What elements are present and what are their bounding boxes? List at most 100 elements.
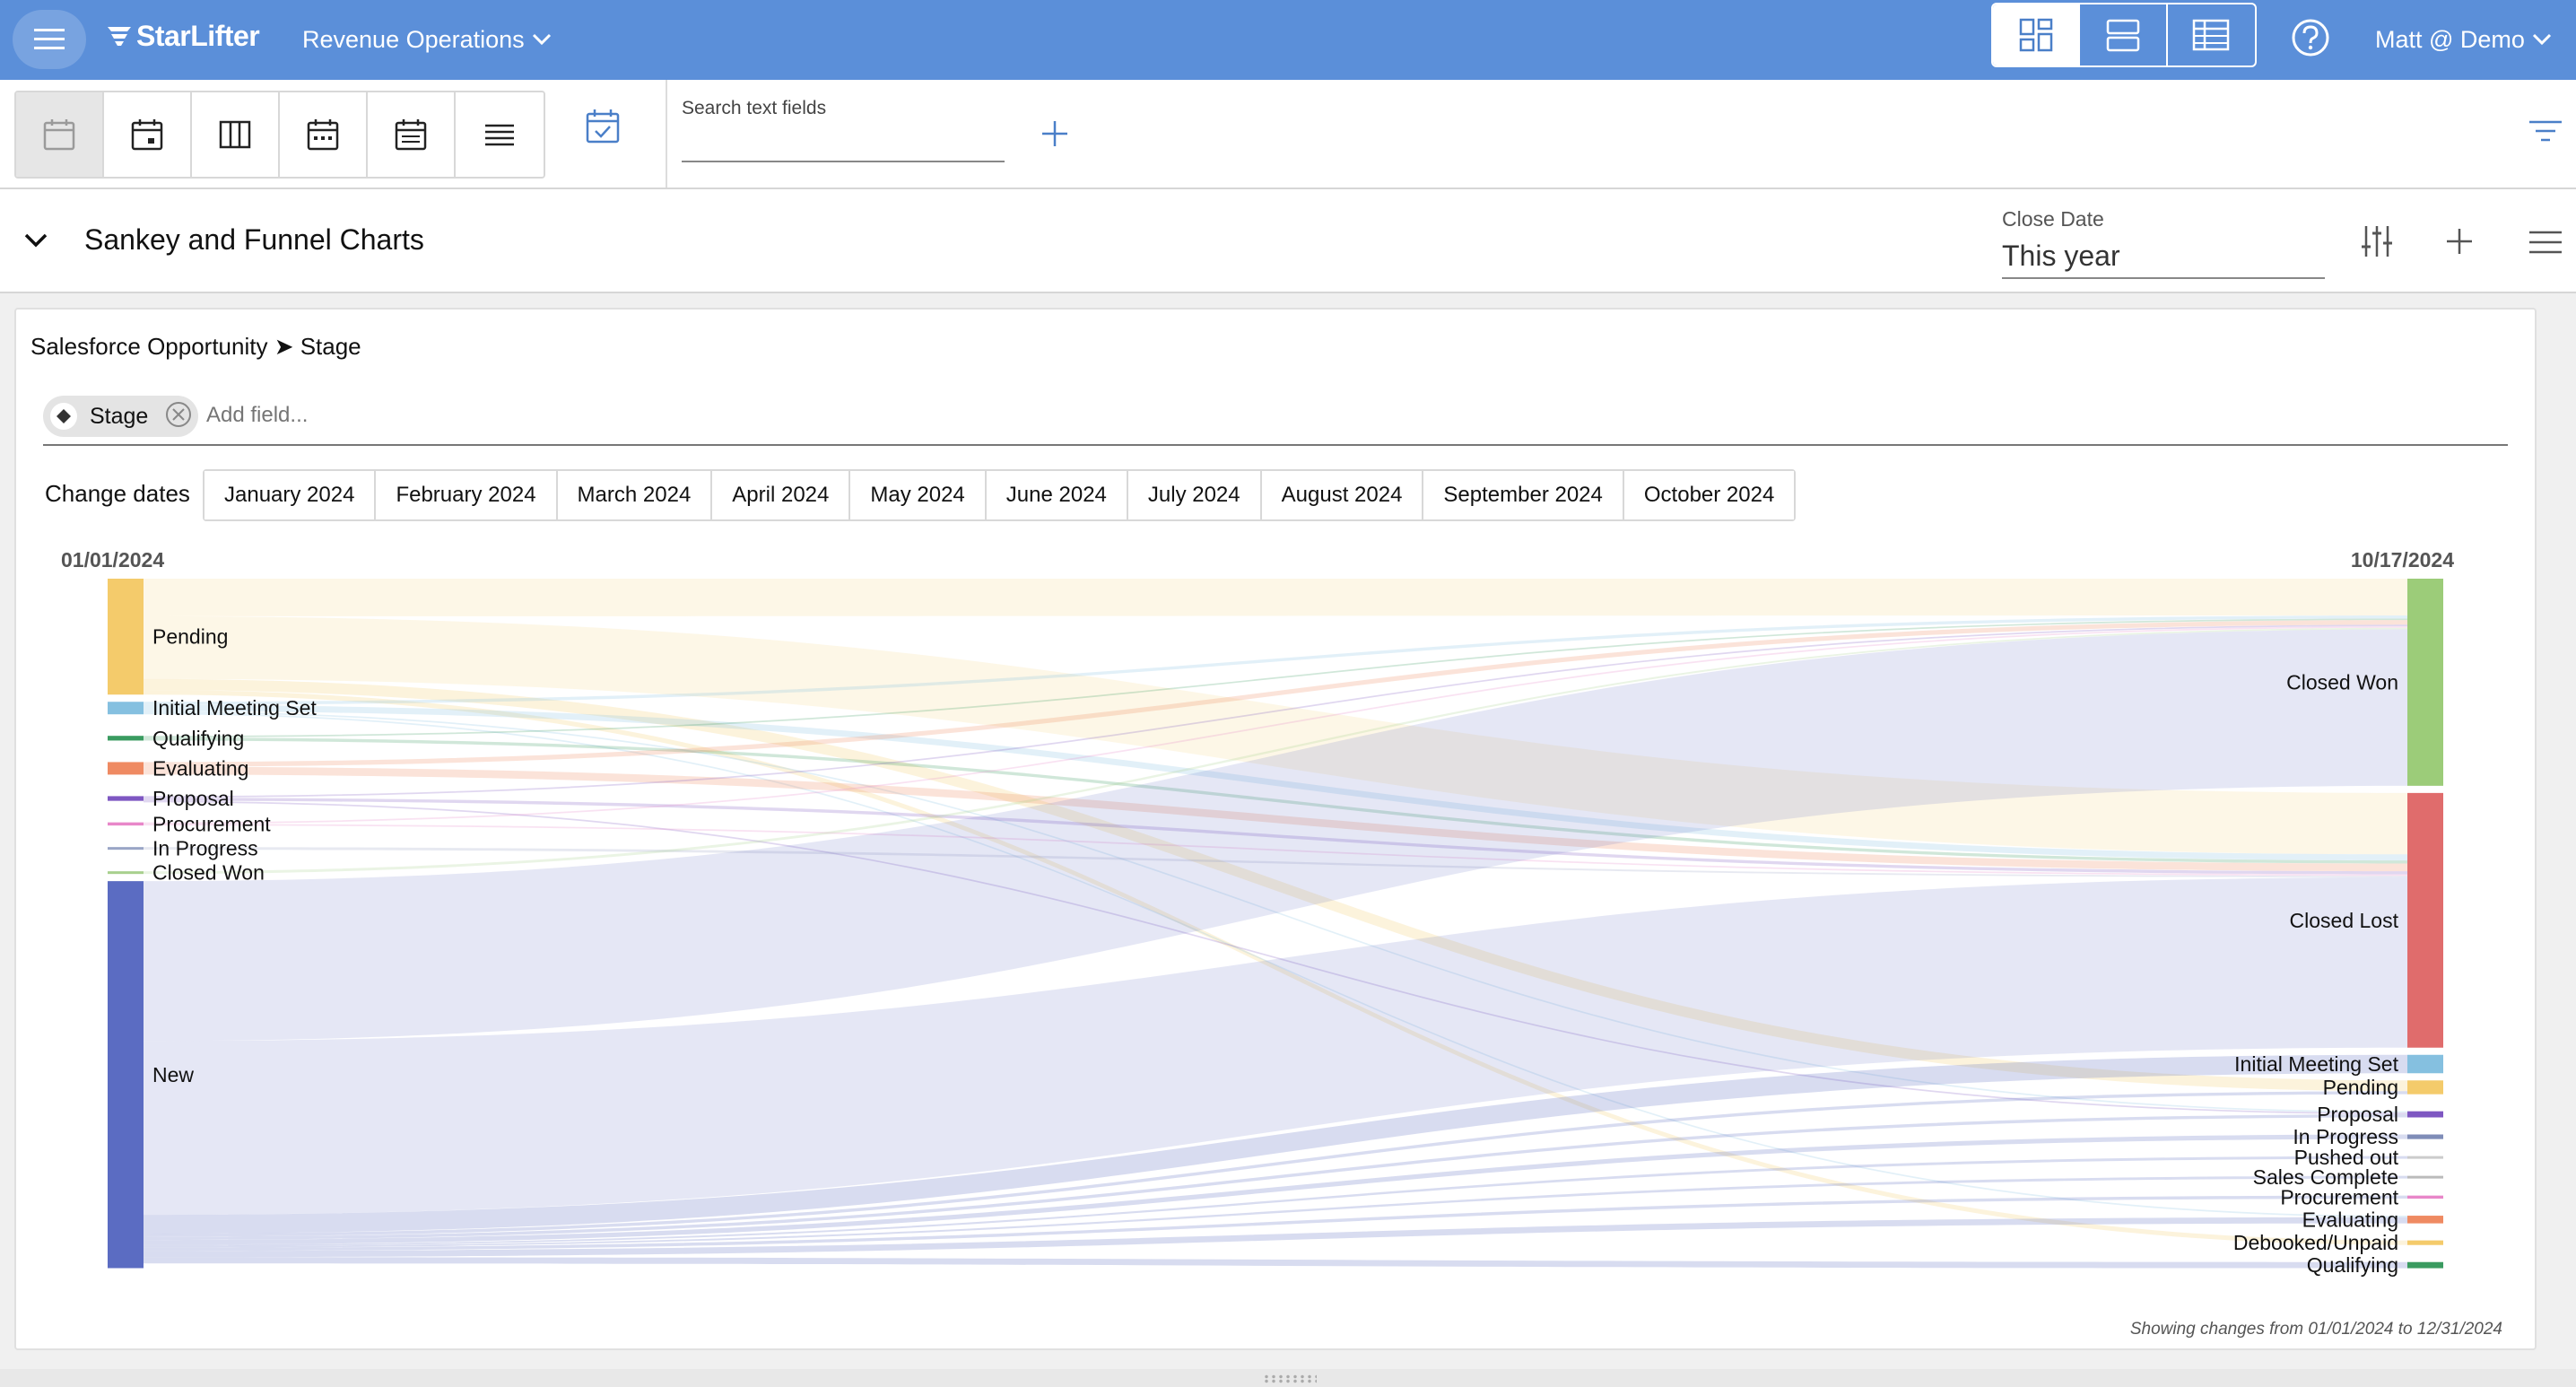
chevron-down-icon xyxy=(532,33,551,46)
chart-footnote: Showing changes from 01/01/2024 to 12/31… xyxy=(2129,1320,2502,1339)
add-search-button[interactable] xyxy=(1039,118,1071,154)
target-node[interactable] xyxy=(2407,1216,2443,1224)
plus-icon xyxy=(1042,121,1067,146)
target-node-label: Closed Won xyxy=(2286,670,2398,694)
target-node[interactable] xyxy=(2407,1134,2443,1139)
calendar-list-button[interactable] xyxy=(368,92,456,177)
close-date-value: This year xyxy=(2002,240,2120,272)
chevron-down-icon xyxy=(2532,33,2552,46)
workspace-selector[interactable]: Revenue Operations xyxy=(302,20,552,59)
filter-lines-icon xyxy=(2529,120,2562,142)
target-node-label: Pending xyxy=(2323,1076,2398,1099)
section-title: Sankey and Funnel Charts xyxy=(84,223,424,256)
source-node-label: Evaluating xyxy=(152,756,248,780)
calendar-week-button[interactable] xyxy=(280,92,368,177)
source-node[interactable] xyxy=(108,796,144,801)
sankey-link[interactable] xyxy=(144,579,2407,616)
toolbar-divider xyxy=(666,80,667,188)
target-node[interactable] xyxy=(2407,1175,2443,1179)
calendar-columns-icon xyxy=(219,120,251,149)
target-node[interactable] xyxy=(2407,1080,2443,1095)
hamburger-icon xyxy=(34,29,65,49)
user-menu[interactable]: Matt @ Demo xyxy=(2375,20,2552,59)
target-node[interactable] xyxy=(2407,1054,2443,1074)
source-node[interactable] xyxy=(108,736,144,741)
collapse-section-button[interactable] xyxy=(23,231,48,253)
source-node[interactable] xyxy=(108,702,144,715)
source-node[interactable] xyxy=(108,762,144,775)
user-name: Matt @ Demo xyxy=(2375,25,2525,53)
app-logo[interactable]: StarLifter xyxy=(106,16,260,56)
source-node[interactable] xyxy=(108,847,144,851)
lines-button[interactable] xyxy=(456,92,544,177)
target-node[interactable] xyxy=(2407,579,2443,786)
target-node[interactable] xyxy=(2407,1261,2443,1269)
start-date-label: 01/01/2024 xyxy=(61,548,164,571)
help-button[interactable] xyxy=(2291,18,2330,62)
calendar-columns-button[interactable] xyxy=(192,92,280,177)
source-node[interactable] xyxy=(108,579,144,695)
logo-text: StarLifter xyxy=(136,19,260,52)
tune-button[interactable] xyxy=(2359,223,2395,264)
target-node-label: Closed Lost xyxy=(2290,909,2399,932)
target-node[interactable] xyxy=(2407,1240,2443,1245)
target-node-label: Evaluating xyxy=(2302,1208,2398,1231)
target-node-label: Proposal xyxy=(2317,1103,2398,1126)
target-node-label: Qualifying xyxy=(2307,1253,2398,1277)
close-date-filter[interactable]: Close Date This year xyxy=(2002,198,2325,279)
section-header: Sankey and Funnel Charts Close Date This… xyxy=(0,189,2576,293)
target-node-label: Procurement xyxy=(2280,1185,2398,1208)
view-switcher xyxy=(1991,3,2257,67)
grid-view-icon xyxy=(2019,18,2052,52)
target-node[interactable] xyxy=(2407,1156,2443,1159)
target-node[interactable] xyxy=(2407,1111,2443,1118)
sankey-link[interactable] xyxy=(144,1257,2407,1269)
workspace-name: Revenue Operations xyxy=(302,25,525,53)
toolbar: Search text fields xyxy=(0,80,2576,189)
menu-button[interactable] xyxy=(13,10,86,69)
calendar-blank-button[interactable] xyxy=(16,92,104,177)
calendar-blank-icon xyxy=(43,119,75,151)
source-node[interactable] xyxy=(108,881,144,1269)
calendar-day-button[interactable] xyxy=(104,92,192,177)
sliders-icon xyxy=(2362,226,2392,257)
chevron-down-icon xyxy=(24,233,48,248)
grid-view-button[interactable] xyxy=(1993,4,2081,65)
filter-button[interactable] xyxy=(2528,118,2563,151)
table-view-button[interactable] xyxy=(2168,4,2255,65)
plus-icon xyxy=(2447,229,2472,254)
end-date-label: 10/17/2024 xyxy=(2351,548,2454,571)
source-node-label: Qualifying xyxy=(152,727,244,750)
add-widget-button[interactable] xyxy=(2443,225,2476,262)
sankey-chart: PendingInitial Meeting Set Qualifying Eval… xyxy=(61,548,2454,1277)
target-node-label: Initial Meeting Set xyxy=(2234,1052,2398,1076)
section-menu-button[interactable] xyxy=(2528,229,2563,262)
source-node[interactable] xyxy=(108,871,144,875)
lines-icon xyxy=(485,124,514,146)
source-node-label: Procurement xyxy=(152,812,271,835)
source-node[interactable] xyxy=(108,822,144,826)
help-circle-icon xyxy=(2292,19,2329,57)
rows-view-button[interactable] xyxy=(2080,4,2168,65)
hamburger-icon xyxy=(2529,231,2562,254)
calendar-week-icon xyxy=(307,119,339,151)
target-node[interactable] xyxy=(2407,1195,2443,1199)
calendar-check-icon xyxy=(586,109,620,144)
search-field: Search text fields xyxy=(682,98,1005,162)
target-node[interactable] xyxy=(2407,792,2443,1048)
calendar-list-icon xyxy=(395,119,427,151)
source-node-label: In Progress xyxy=(152,837,258,860)
sankey-links xyxy=(144,579,2407,1269)
starlifter-logo-icon xyxy=(108,27,131,46)
bottom-resize-strip xyxy=(0,1369,2576,1387)
source-node-label: Closed Won xyxy=(152,861,265,885)
calendar-day-icon xyxy=(131,119,163,151)
search-input[interactable] xyxy=(682,128,1005,159)
source-node-label: New xyxy=(152,1063,194,1086)
source-node-label: Proposal xyxy=(152,787,234,810)
resize-handle[interactable] xyxy=(1263,1374,1317,1383)
rows-view-icon xyxy=(2106,19,2140,52)
calendar-check-button[interactable] xyxy=(583,107,622,151)
target-node-label: Debooked/Unpaid xyxy=(2233,1231,2398,1254)
sankey-panel: Salesforce Opportunity ➤ Stage Stage Cha… xyxy=(14,308,2537,1350)
